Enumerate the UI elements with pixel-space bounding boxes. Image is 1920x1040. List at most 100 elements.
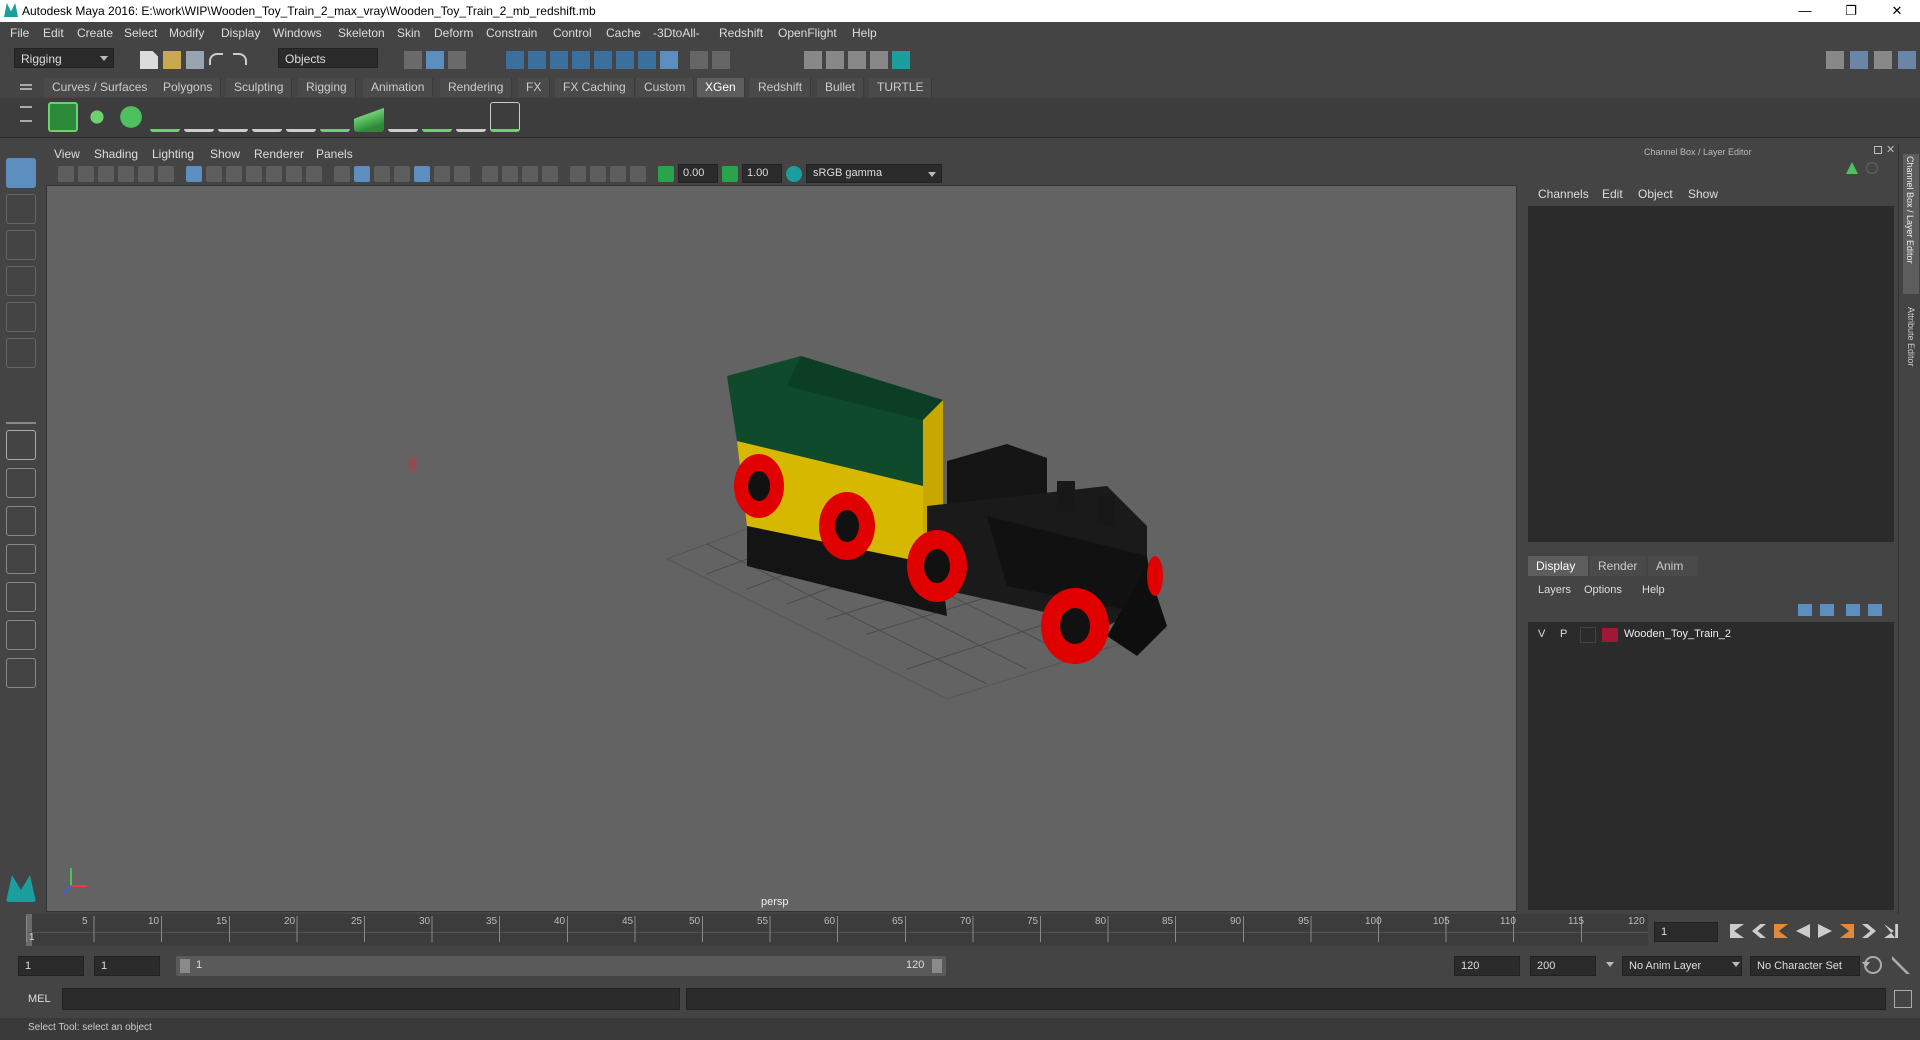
- animation-preferences-icon[interactable]: [1892, 956, 1910, 974]
- new-scene-icon[interactable]: [140, 51, 158, 69]
- layer-color-swatch[interactable]: [1602, 628, 1618, 642]
- scale-tool-icon[interactable]: [6, 338, 36, 368]
- playback-end-field[interactable]: 120: [1454, 956, 1520, 976]
- xgen-guides-icon[interactable]: [320, 102, 350, 132]
- tab-custom[interactable]: Custom: [636, 78, 695, 97]
- range-slider-bar[interactable]: 1 120: [176, 956, 946, 976]
- time-ruler[interactable]: 1 5 10 15 20 25 30 35 40 45 50 55 60 65 …: [26, 914, 1648, 946]
- viewport-menu-panels[interactable]: Panels: [316, 147, 353, 161]
- viewport-menu-shading[interactable]: Shading: [94, 147, 138, 161]
- animation-start-field[interactable]: 1: [18, 956, 84, 976]
- redo-icon[interactable]: [233, 53, 247, 65]
- xgen-convert-icon[interactable]: [490, 102, 520, 132]
- go-to-end-icon[interactable]: [1884, 924, 1898, 938]
- select-component-icon[interactable]: [448, 51, 466, 69]
- menu-openflight[interactable]: OpenFlight: [778, 26, 837, 40]
- show-tool-settings-icon[interactable]: [1874, 51, 1892, 69]
- auto-key-icon[interactable]: [1864, 956, 1882, 974]
- menu-display[interactable]: Display: [221, 26, 260, 40]
- single-perspective-layout-icon[interactable]: [6, 430, 36, 460]
- open-scene-icon[interactable]: [163, 51, 181, 69]
- construction-history-icon[interactable]: [660, 51, 678, 69]
- grease-pencil-icon[interactable]: [158, 166, 174, 182]
- lasso-tool-icon[interactable]: [6, 194, 36, 224]
- motion-blur-icon[interactable]: [502, 166, 518, 182]
- character-set-dropdown[interactable]: No Character Set: [1750, 956, 1860, 976]
- menuset-dropdown[interactable]: Rigging: [14, 48, 114, 68]
- time-slider[interactable]: 1 5 10 15 20 25 30 35 40 45 50 55 60 65 …: [0, 914, 1920, 948]
- shelf-options-icon[interactable]: [20, 106, 32, 108]
- menu-layer-help[interactable]: Help: [1642, 584, 1665, 596]
- show-attribute-editor-icon[interactable]: [1850, 51, 1868, 69]
- menu-cb-edit[interactable]: Edit: [1602, 187, 1623, 201]
- menu-layers[interactable]: Layers: [1538, 584, 1571, 596]
- anti-aliasing-icon[interactable]: [522, 166, 538, 182]
- viewport-menu-view[interactable]: View: [54, 147, 80, 161]
- snap-view-plane-icon[interactable]: [572, 51, 590, 69]
- menu-select[interactable]: Select: [124, 26, 157, 40]
- rotate-tool-icon[interactable]: [6, 302, 36, 332]
- menu-cb-show[interactable]: Show: [1688, 187, 1718, 201]
- xgen-editor-icon[interactable]: [48, 102, 78, 132]
- xgen-select-icon[interactable]: [252, 102, 282, 132]
- tab-turtle[interactable]: TURTLE: [869, 78, 933, 97]
- tab-xgen[interactable]: XGen: [697, 78, 745, 97]
- xgen-move-icon[interactable]: [218, 102, 248, 132]
- script-language-label[interactable]: MEL: [28, 993, 51, 1005]
- render-view-icon[interactable]: [804, 51, 822, 69]
- perspective-viewport[interactable]: persp: [46, 185, 1517, 912]
- show-modeling-toolkit-icon[interactable]: [1826, 51, 1844, 69]
- xgen-description-icon[interactable]: [116, 102, 146, 132]
- viewport-menu-renderer[interactable]: Renderer: [254, 147, 304, 161]
- chevron-down-icon[interactable]: [1732, 962, 1740, 967]
- show-channel-box-icon[interactable]: [1898, 51, 1916, 69]
- menu-3dtoall[interactable]: -3DtoAll-: [653, 26, 700, 40]
- menu-constrain[interactable]: Constrain: [486, 26, 537, 40]
- layer-display-type-toggle[interactable]: [1580, 627, 1596, 643]
- menu-edit[interactable]: Edit: [43, 26, 64, 40]
- xgen-attach-icon[interactable]: [388, 102, 418, 132]
- menu-create[interactable]: Create: [77, 26, 113, 40]
- playback-start-field[interactable]: 1: [94, 956, 160, 976]
- bookmark-icon[interactable]: [98, 166, 114, 182]
- script-editor-icon[interactable]: [1894, 990, 1912, 1008]
- create-layer-from-selection-icon[interactable]: [1868, 604, 1882, 616]
- chevron-down-icon[interactable]: [1606, 962, 1614, 967]
- persp-outliner-layout-icon[interactable]: [6, 506, 36, 536]
- render-settings-icon[interactable]: [870, 51, 888, 69]
- screen-space-ao-icon[interactable]: [482, 166, 498, 182]
- snap-surface-icon[interactable]: [616, 51, 634, 69]
- tab-bullet[interactable]: Bullet: [817, 78, 865, 97]
- tab-attribute-editor-vertical[interactable]: Attribute Editor: [1903, 304, 1919, 394]
- lock-icon[interactable]: [690, 51, 708, 69]
- menu-cb-object[interactable]: Object: [1638, 187, 1673, 201]
- menu-skeleton[interactable]: Skeleton: [338, 26, 385, 40]
- paint-select-tool-icon[interactable]: [6, 230, 36, 260]
- range-end-handle[interactable]: [932, 959, 942, 973]
- shadows-icon[interactable]: [454, 166, 470, 182]
- menu-file[interactable]: File: [10, 26, 29, 40]
- current-frame-field[interactable]: 1: [1654, 922, 1718, 942]
- color-management-icon[interactable]: [786, 166, 802, 182]
- menu-channels[interactable]: Channels: [1538, 187, 1589, 201]
- exposure-icon[interactable]: [658, 166, 674, 182]
- view-transform-dropdown[interactable]: sRGB gamma: [806, 164, 942, 183]
- menu-modify[interactable]: Modify: [169, 26, 204, 40]
- tab-anim[interactable]: Anim: [1648, 556, 1698, 576]
- safe-action-icon[interactable]: [286, 166, 302, 182]
- image-plane-icon[interactable]: [118, 166, 134, 182]
- wireframe-on-shaded-icon[interactable]: [394, 166, 410, 182]
- gamma-field[interactable]: 1.00: [742, 164, 782, 183]
- range-start-handle[interactable]: [180, 959, 190, 973]
- minimize-button[interactable]: —: [1782, 0, 1828, 22]
- two-d-pan-icon[interactable]: [138, 166, 154, 182]
- xgen-grass-icon[interactable]: [422, 102, 452, 132]
- play-forward-icon[interactable]: [1818, 924, 1832, 938]
- textured-icon[interactable]: [414, 166, 430, 182]
- smooth-shade-icon[interactable]: [354, 166, 370, 182]
- layer-name[interactable]: Wooden_Toy_Train_2: [1624, 628, 1731, 640]
- undo-icon[interactable]: [209, 53, 223, 65]
- safe-title-icon[interactable]: [306, 166, 322, 182]
- field-chart-icon[interactable]: [266, 166, 282, 182]
- tab-polygons[interactable]: Polygons: [155, 78, 222, 97]
